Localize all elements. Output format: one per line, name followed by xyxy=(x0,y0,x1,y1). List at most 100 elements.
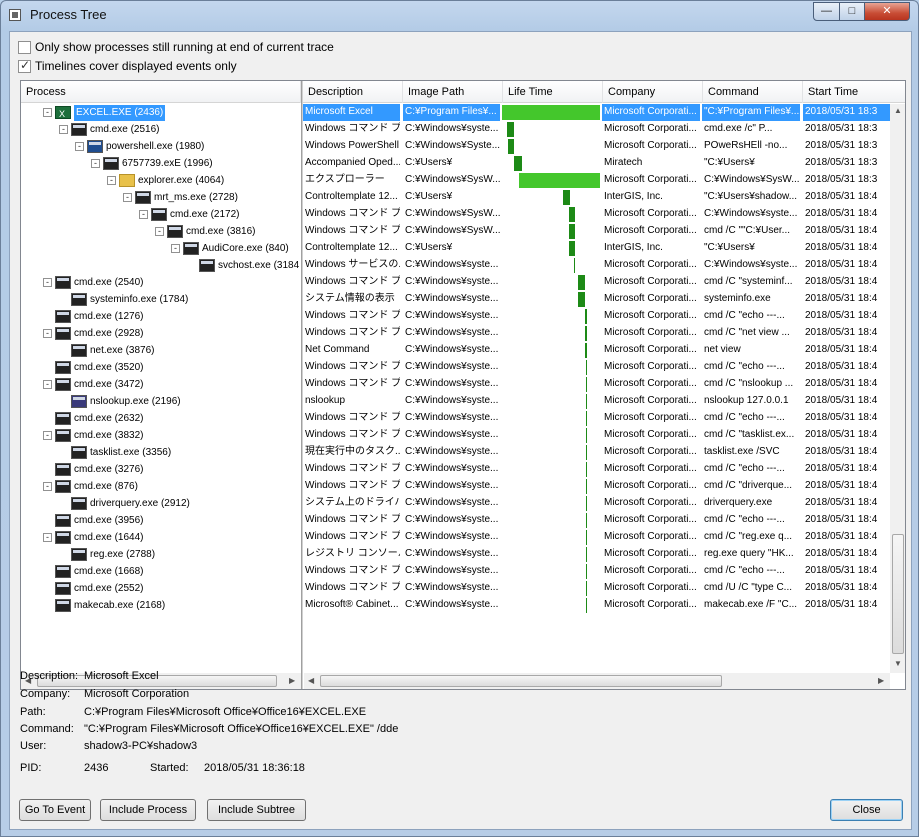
table-row[interactable]: - EXCEL.EXE (2436) Microsoft ExcelC:¥Progr… xyxy=(21,104,891,121)
go-to-event-button[interactable]: Go To Event xyxy=(19,799,91,821)
collapse-toggle-icon[interactable]: - xyxy=(75,142,84,151)
table-row[interactable]: reg.exe (2788) レジストリ コンソール ... C:¥Windows¥… xyxy=(21,546,891,563)
scroll-right-arrow-icon[interactable]: ▶ xyxy=(289,676,295,685)
process-name-cell[interactable]: - cmd.exe (1644) xyxy=(43,529,299,546)
process-name-cell[interactable]: cmd.exe (2632) xyxy=(43,410,299,427)
table-row[interactable]: - mrt_ms.exe (2728) Controltemplate 12... C… xyxy=(21,189,891,206)
column-header-company[interactable]: Company xyxy=(603,81,703,103)
process-tree-list[interactable]: Process Description Image Path Life Time… xyxy=(20,80,906,690)
scroll-left-arrow-icon[interactable]: ◀ xyxy=(308,676,314,685)
process-name-cell[interactable]: cmd.exe (3276) xyxy=(43,461,299,478)
table-row[interactable]: driverquery.exe (2912) システム上のドライバ... C:¥Wi… xyxy=(21,495,891,512)
columns-horizontal-scrollbar[interactable]: ◀ ▶ xyxy=(304,673,890,689)
process-name-cell[interactable]: cmd.exe (3520) xyxy=(43,359,299,376)
maximize-button[interactable]: □ xyxy=(839,2,865,21)
collapse-toggle-icon[interactable]: - xyxy=(43,380,52,389)
process-name-cell[interactable]: - cmd.exe (2540) xyxy=(43,274,299,291)
collapse-toggle-icon[interactable]: - xyxy=(91,159,100,168)
column-header-description[interactable]: Description xyxy=(303,81,403,103)
column-header-command[interactable]: Command xyxy=(703,81,803,103)
collapse-toggle-icon[interactable]: - xyxy=(43,533,52,542)
table-row[interactable]: - explorer.exe (4064) エクスプローラー C:¥Windows¥S… xyxy=(21,172,891,189)
collapse-toggle-icon[interactable]: - xyxy=(171,244,180,253)
process-name-cell[interactable]: - cmd.exe (2928) xyxy=(43,325,299,342)
process-name-cell[interactable]: svchost.exe (3184) xyxy=(187,257,299,274)
table-row[interactable]: - cmd.exe (2540) Windows コマンド プ... C:¥Windo… xyxy=(21,274,891,291)
process-name-cell[interactable]: - explorer.exe (4064) xyxy=(107,172,299,189)
process-name-cell[interactable]: reg.exe (2788) xyxy=(59,546,299,563)
table-row[interactable]: - AudiCore.exe (840) Controltemplate 12...… xyxy=(21,240,891,257)
process-name-cell[interactable]: - cmd.exe (876) xyxy=(43,478,299,495)
process-name-cell[interactable]: - cmd.exe (2516) xyxy=(59,121,299,138)
collapse-toggle-icon[interactable]: - xyxy=(59,125,68,134)
column-header-process[interactable]: Process xyxy=(21,81,301,103)
close-button[interactable]: Close xyxy=(830,799,903,821)
process-name-cell[interactable]: net.exe (3876) xyxy=(59,342,299,359)
table-row[interactable]: cmd.exe (1276) Windows コマンド プ... C:¥Window… xyxy=(21,308,891,325)
table-row[interactable]: cmd.exe (2552) Windows コマンド プ... C:¥Window… xyxy=(21,580,891,597)
process-name-cell[interactable]: - cmd.exe (3472) xyxy=(43,376,299,393)
title-bar[interactable]: Process Tree — □ ✕ xyxy=(1,1,918,29)
process-name-cell[interactable]: cmd.exe (2552) xyxy=(43,580,299,597)
table-row[interactable]: - 6757739.exE (1996) Accompanied Oped... C:… xyxy=(21,155,891,172)
checkbox-box-checked[interactable] xyxy=(18,58,31,73)
close-window-button[interactable]: ✕ xyxy=(864,2,910,21)
collapse-toggle-icon[interactable]: - xyxy=(43,431,52,440)
process-name-cell[interactable]: makecab.exe (2168) xyxy=(43,597,299,614)
checkbox-box[interactable] xyxy=(18,40,31,54)
table-row[interactable]: cmd.exe (3956) Windows コマンド プ... C:¥Window… xyxy=(21,512,891,529)
process-name-cell[interactable]: - EXCEL.EXE (2436) xyxy=(43,104,299,121)
process-name-cell[interactable]: cmd.exe (3956) xyxy=(43,512,299,529)
table-row[interactable]: net.exe (3876) Net Command C:¥Windows¥syst… xyxy=(21,342,891,359)
process-name-cell[interactable]: - 6757739.exE (1996) xyxy=(91,155,299,172)
table-row[interactable]: - cmd.exe (3472) Windows コマンド プ... C:¥Windo… xyxy=(21,376,891,393)
scroll-thumb[interactable] xyxy=(320,675,722,687)
table-row[interactable]: - powershell.exe (1980) Windows PowerShell… xyxy=(21,138,891,155)
process-name-cell[interactable]: cmd.exe (1668) xyxy=(43,563,299,580)
collapse-toggle-icon[interactable]: - xyxy=(43,108,52,117)
process-name-cell[interactable]: cmd.exe (1276) xyxy=(43,308,299,325)
process-name-cell[interactable]: nslookup.exe (2196) xyxy=(59,393,299,410)
collapse-toggle-icon[interactable]: - xyxy=(155,227,164,236)
collapse-toggle-icon[interactable]: - xyxy=(43,482,52,491)
column-header-start-time[interactable]: Start Time xyxy=(803,81,905,103)
process-name-cell[interactable]: systeminfo.exe (1784) xyxy=(59,291,299,308)
process-name-cell[interactable]: - AudiCore.exe (840) xyxy=(171,240,299,257)
collapse-toggle-icon[interactable]: - xyxy=(43,329,52,338)
scroll-right-arrow-icon[interactable]: ▶ xyxy=(878,676,884,685)
column-header-life-time[interactable]: Life Time xyxy=(503,81,603,103)
column-header-image-path[interactable]: Image Path xyxy=(403,81,503,103)
table-row[interactable]: - cmd.exe (2172) Windows コマンド プ... C:¥Windo… xyxy=(21,206,891,223)
timelines-checkbox[interactable]: Timelines cover displayed events only xyxy=(18,58,237,73)
scroll-down-arrow-icon[interactable]: ▼ xyxy=(894,659,902,668)
collapse-toggle-icon[interactable]: - xyxy=(123,193,132,202)
process-name-cell[interactable]: driverquery.exe (2912) xyxy=(59,495,299,512)
vertical-scrollbar[interactable]: ▲ ▼ xyxy=(890,104,905,673)
collapse-toggle-icon[interactable]: - xyxy=(43,278,52,287)
only-running-checkbox[interactable]: Only show processes still running at end… xyxy=(18,40,334,54)
process-name-cell[interactable]: - cmd.exe (3816) xyxy=(155,223,299,240)
process-name-cell[interactable]: - cmd.exe (2172) xyxy=(139,206,299,223)
process-name-cell[interactable]: - powershell.exe (1980) xyxy=(75,138,299,155)
process-name-cell[interactable]: tasklist.exe (3356) xyxy=(59,444,299,461)
table-row[interactable]: - cmd.exe (2516) Windows コマンド プ... C:¥Windo… xyxy=(21,121,891,138)
table-row[interactable]: - cmd.exe (1644) Windows コマンド プ... C:¥Windo… xyxy=(21,529,891,546)
table-row[interactable]: cmd.exe (2632) Windows コマンド プ... C:¥Window… xyxy=(21,410,891,427)
table-row[interactable]: svchost.exe (3184) Windows サービスの... C:¥Win… xyxy=(21,257,891,274)
table-row[interactable]: makecab.exe (2168) Microsoft® Cabinet... C… xyxy=(21,597,891,614)
table-row[interactable]: tasklist.exe (3356) 現在実行中のタスク... C:¥Window… xyxy=(21,444,891,461)
include-subtree-button[interactable]: Include Subtree xyxy=(207,799,306,821)
table-row[interactable]: systeminfo.exe (1784) システム情報の表示 C:¥Windows… xyxy=(21,291,891,308)
process-name-cell[interactable]: - mrt_ms.exe (2728) xyxy=(123,189,299,206)
collapse-toggle-icon[interactable]: - xyxy=(139,210,148,219)
minimize-button[interactable]: — xyxy=(813,2,840,21)
scroll-thumb[interactable] xyxy=(892,534,904,654)
table-row[interactable]: - cmd.exe (2928) Windows コマンド プ... C:¥Windo… xyxy=(21,325,891,342)
table-row[interactable]: nslookup.exe (2196) nslookup C:¥Windows¥sy… xyxy=(21,393,891,410)
table-row[interactable]: cmd.exe (3520) Windows コマンド プ... C:¥Window… xyxy=(21,359,891,376)
table-row[interactable]: - cmd.exe (876) Windows コマンド プ... C:¥Window… xyxy=(21,478,891,495)
table-row[interactable]: cmd.exe (3276) Windows コマンド プ... C:¥Window… xyxy=(21,461,891,478)
include-process-button[interactable]: Include Process xyxy=(100,799,196,821)
table-row[interactable]: cmd.exe (1668) Windows コマンド プ... C:¥Window… xyxy=(21,563,891,580)
process-name-cell[interactable]: - cmd.exe (3832) xyxy=(43,427,299,444)
